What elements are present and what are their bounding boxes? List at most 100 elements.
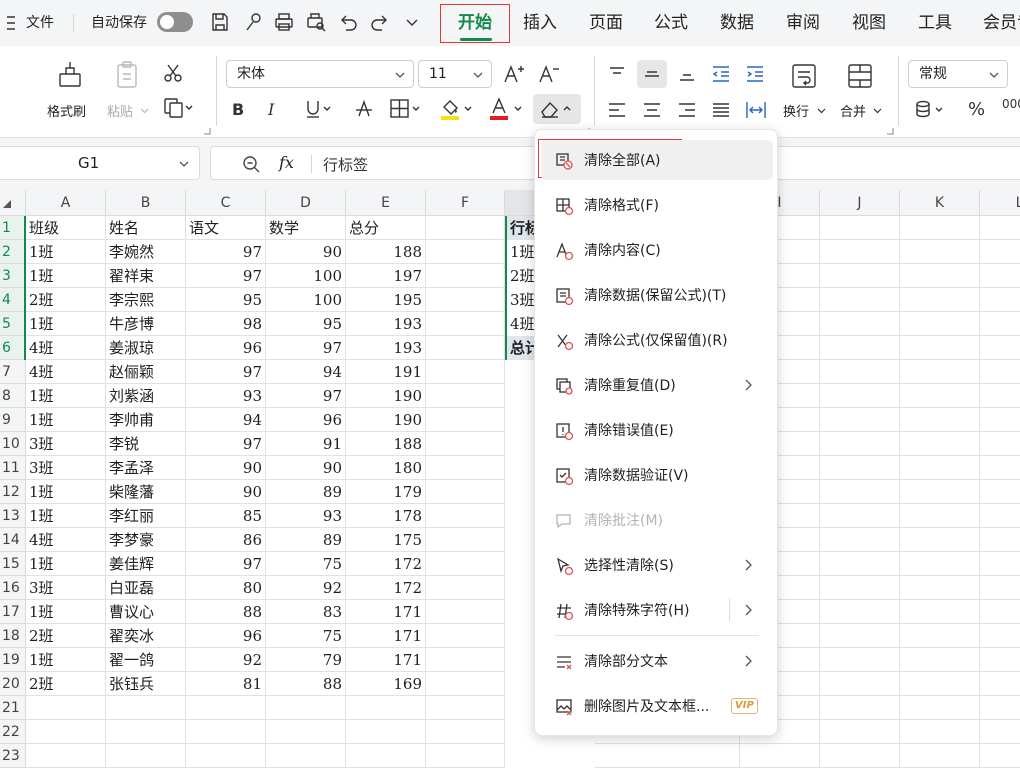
row-header-10[interactable]: 10 <box>0 432 26 456</box>
fill-color-icon[interactable] <box>439 97 475 121</box>
cell[interactable]: 1班 <box>26 480 106 504</box>
font-color-icon[interactable] <box>489 97 525 121</box>
cell[interactable] <box>900 696 980 720</box>
cell[interactable]: 179 <box>346 480 426 504</box>
cell[interactable] <box>900 504 980 528</box>
border-icon[interactable] <box>389 98 423 120</box>
cell[interactable]: 1班 <box>26 552 106 576</box>
cell[interactable]: 4班 <box>26 336 106 360</box>
hamburger-icon[interactable] <box>6 0 18 46</box>
cell[interactable]: 195 <box>346 288 426 312</box>
cell[interactable]: 数学 <box>266 216 346 240</box>
cut-icon[interactable] <box>162 62 184 84</box>
cell[interactable] <box>900 264 980 288</box>
cell[interactable] <box>980 240 1020 264</box>
font-size-select[interactable]: 11 <box>418 60 492 88</box>
fx-icon[interactable]: fx <box>279 153 294 172</box>
row-header-6[interactable]: 6 <box>0 336 26 360</box>
align-top-icon[interactable] <box>607 64 627 84</box>
row-header-14[interactable]: 14 <box>0 528 26 552</box>
cell[interactable]: 刘紫涵 <box>106 384 186 408</box>
format-painter-icon[interactable] <box>56 60 84 90</box>
cell[interactable]: 3班 <box>26 576 106 600</box>
cell[interactable]: 1班 <box>26 384 106 408</box>
menu-item-clear-partial-text[interactable]: 清除部分文本 <box>541 641 773 681</box>
cell[interactable] <box>426 312 505 336</box>
row-header-17[interactable]: 17 <box>0 600 26 624</box>
cell[interactable] <box>900 336 980 360</box>
row-header-12[interactable]: 12 <box>0 480 26 504</box>
cell[interactable] <box>820 456 900 480</box>
cell[interactable] <box>900 360 980 384</box>
cell[interactable]: 李孟泽 <box>106 456 186 480</box>
cell[interactable] <box>820 408 900 432</box>
cell[interactable] <box>26 696 106 720</box>
cell[interactable] <box>980 600 1020 624</box>
distribute-icon[interactable] <box>745 99 767 121</box>
cell[interactable] <box>980 648 1020 672</box>
cell[interactable] <box>740 744 820 768</box>
cell[interactable] <box>820 480 900 504</box>
cell[interactable] <box>426 384 505 408</box>
redo-icon[interactable] <box>369 11 391 33</box>
cell[interactable] <box>980 576 1020 600</box>
cell[interactable]: 193 <box>346 312 426 336</box>
pivot-cell[interactable]: 1班 <box>507 240 537 264</box>
cell[interactable] <box>900 288 980 312</box>
tab-review[interactable]: 审阅 <box>786 0 820 46</box>
menu-item-clear-data[interactable]: 清除数据(保留公式)(T) <box>541 275 773 315</box>
row-header-13[interactable]: 13 <box>0 504 26 528</box>
cell[interactable]: 190 <box>346 408 426 432</box>
cell[interactable] <box>900 432 980 456</box>
cell[interactable] <box>820 504 900 528</box>
cell[interactable] <box>426 432 505 456</box>
cell[interactable] <box>820 264 900 288</box>
menu-item-clear-errors[interactable]: 清除错误值(E) <box>541 410 773 450</box>
menu-item-clear-validation[interactable]: 清除数据验证(V) <box>541 455 773 495</box>
tab-insert[interactable]: 插入 <box>523 0 557 46</box>
cell[interactable] <box>980 552 1020 576</box>
justify-icon[interactable] <box>711 100 731 120</box>
cell[interactable]: 张钰兵 <box>106 672 186 696</box>
cell[interactable]: 4班 <box>26 360 106 384</box>
cell[interactable]: 李帅甫 <box>106 408 186 432</box>
export-icon[interactable] <box>242 11 264 33</box>
menu-item-clear-content[interactable]: 清除内容(C) <box>541 230 773 270</box>
cell[interactable]: 97 <box>266 384 346 408</box>
cell[interactable] <box>820 384 900 408</box>
cell[interactable]: 姜佳辉 <box>106 552 186 576</box>
number-format-select[interactable]: 常规 <box>908 60 1008 88</box>
group-expand-icon[interactable] <box>203 127 211 135</box>
column-header-b[interactable]: B <box>106 190 186 216</box>
cell[interactable]: 94 <box>266 360 346 384</box>
cell[interactable] <box>426 600 505 624</box>
row-header-1[interactable]: 1 <box>0 216 26 240</box>
cell[interactable] <box>186 744 266 768</box>
cell[interactable] <box>820 552 900 576</box>
cell[interactable]: 90 <box>266 456 346 480</box>
cell[interactable] <box>980 312 1020 336</box>
name-box[interactable]: G1 <box>0 146 200 180</box>
cell[interactable]: 93 <box>186 384 266 408</box>
save-icon[interactable] <box>209 11 231 33</box>
row-header-15[interactable]: 15 <box>0 552 26 576</box>
cell[interactable]: 191 <box>346 360 426 384</box>
cell[interactable] <box>426 240 505 264</box>
cell[interactable] <box>426 360 505 384</box>
cell[interactable]: 98 <box>186 312 266 336</box>
cell[interactable] <box>980 504 1020 528</box>
chevron-right-icon[interactable] <box>741 378 755 392</box>
cell[interactable]: 白亚磊 <box>106 576 186 600</box>
chevron-right-icon[interactable] <box>741 654 755 668</box>
cell[interactable]: 79 <box>266 648 346 672</box>
row-header-22[interactable]: 22 <box>0 720 26 744</box>
cell[interactable]: 172 <box>346 552 426 576</box>
cell[interactable] <box>900 216 980 240</box>
cell[interactable] <box>980 360 1020 384</box>
increase-indent-icon[interactable] <box>744 63 766 85</box>
cell[interactable] <box>900 720 980 744</box>
cell[interactable] <box>106 696 186 720</box>
cell[interactable]: 188 <box>346 240 426 264</box>
column-header-k[interactable]: K <box>900 190 980 216</box>
cell[interactable] <box>900 480 980 504</box>
